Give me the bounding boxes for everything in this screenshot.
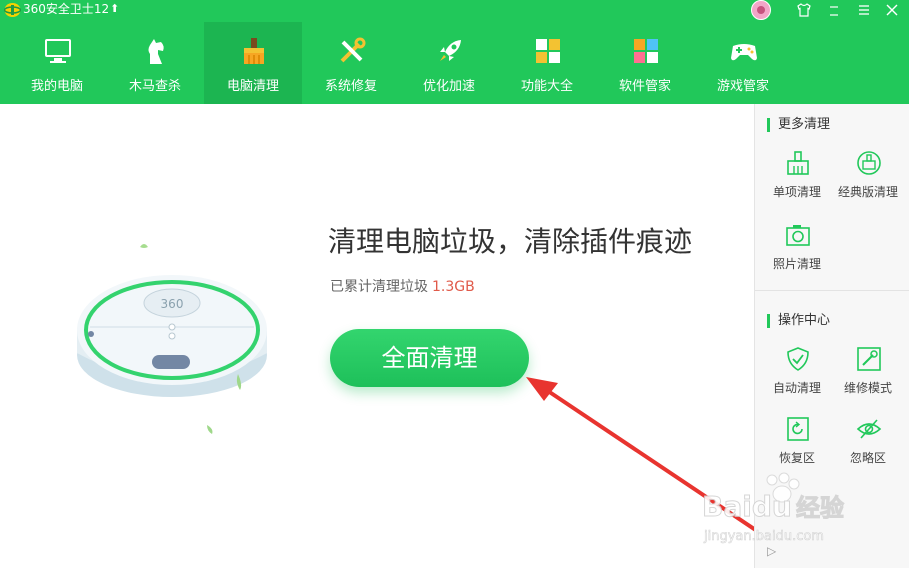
baidu-jingyan-watermark: Baidu 经验 jingyan.baidu.com	[702, 472, 845, 544]
robot-vacuum-illustration: 360	[77, 244, 267, 434]
nav-label: 系统修复	[324, 79, 377, 94]
gamepad-icon	[731, 44, 757, 61]
nav-label: 功能大全	[520, 79, 573, 94]
section-divider	[755, 290, 909, 291]
minimize-line-icon[interactable]	[823, 0, 845, 20]
tool-label: 照片清理	[772, 257, 821, 271]
tool-single-clean[interactable]: 单项清理	[763, 150, 831, 214]
nav-item-all-features[interactable]: 功能大全	[498, 22, 596, 104]
header: 360安全卫士12 ⬆ 我的电脑 木马查杀 电脑清理 系统修复 优化加速 功能大…	[0, 0, 909, 104]
nav-item-software-manager[interactable]: 软件管家	[596, 22, 694, 104]
repair-icon	[857, 347, 881, 371]
app-title: 360安全卫士12	[23, 2, 110, 16]
nav-item-pc-clean[interactable]: 电脑清理	[204, 22, 302, 104]
more-clean-title: 更多清理	[767, 118, 830, 132]
nav-item-trojan-scan[interactable]: 木马查杀	[106, 22, 204, 104]
shield-check-icon	[787, 347, 809, 371]
watermark-brand: Baidu	[702, 490, 792, 523]
nav-label: 电脑清理	[226, 79, 279, 94]
nav-label: 优化加速	[422, 79, 475, 94]
tool-label: 忽略区	[849, 451, 886, 465]
arrow-up-icon[interactable]: ⬆	[110, 2, 119, 15]
app-window: 360安全卫士12 ⬆ 我的电脑 木马查杀 电脑清理 系统修复 优化加速 功能大…	[0, 0, 909, 568]
tool-auto-clean[interactable]: 自动清理	[763, 346, 831, 410]
page-headline: 清理电脑垃圾，清除插件痕迹	[328, 225, 693, 258]
ops-center-title: 操作中心	[767, 314, 830, 328]
camera-icon	[786, 225, 810, 246]
tool-classic-clean[interactable]: 经典版清理	[834, 150, 902, 214]
stats-label: 已累计清理垃圾	[330, 279, 428, 295]
watermark-url: jingyan.baidu.com	[703, 529, 824, 544]
nav-item-system-repair[interactable]: 系统修复	[302, 22, 400, 104]
clean-stats: 已累计清理垃圾 1.3GB	[330, 276, 475, 296]
logo-icon	[4, 3, 21, 17]
tools-icon	[340, 37, 366, 63]
tool-repair-mode[interactable]: 维修模式	[834, 346, 902, 410]
full-clean-button[interactable]: 全面清理	[330, 329, 529, 387]
tool-label: 经典版清理	[837, 185, 898, 199]
tool-label: 维修模式	[843, 381, 892, 395]
classic-clean-icon	[857, 151, 881, 175]
monitor-icon	[45, 39, 71, 63]
tool-photo-clean[interactable]: 照片清理	[763, 222, 831, 286]
avatar[interactable]	[751, 0, 771, 20]
robot-brand-text: 360	[161, 297, 184, 311]
grid-icon	[536, 39, 560, 63]
eye-off-icon	[856, 419, 882, 439]
nav-label: 软件管家	[618, 79, 671, 94]
stats-value: 1.3GB	[432, 279, 475, 295]
nav-item-optimize[interactable]: 优化加速	[400, 22, 498, 104]
nav-item-my-computer[interactable]: 我的电脑	[8, 22, 106, 104]
brush-icon	[787, 151, 809, 175]
nav-item-game-manager[interactable]: 游戏管家	[694, 22, 792, 104]
menu-icon[interactable]	[853, 0, 875, 20]
nav-label: 游戏管家	[716, 79, 769, 94]
software-icon	[634, 39, 658, 63]
title-bar: 360安全卫士12 ⬆	[0, 0, 909, 20]
watermark-brand-cn: 经验	[796, 494, 844, 522]
skin-shirt-icon[interactable]	[793, 0, 815, 20]
broom-icon	[244, 38, 264, 64]
restore-icon	[787, 417, 809, 441]
nav-label: 我的电脑	[30, 79, 83, 94]
trojan-horse-icon	[148, 39, 164, 64]
close-icon[interactable]	[881, 0, 903, 20]
nav-label: 木马查杀	[128, 79, 181, 94]
rocket-icon	[440, 40, 461, 61]
main-nav: 我的电脑 木马查杀 电脑清理 系统修复 优化加速 功能大全 软件管家 游戏管家	[0, 22, 909, 104]
